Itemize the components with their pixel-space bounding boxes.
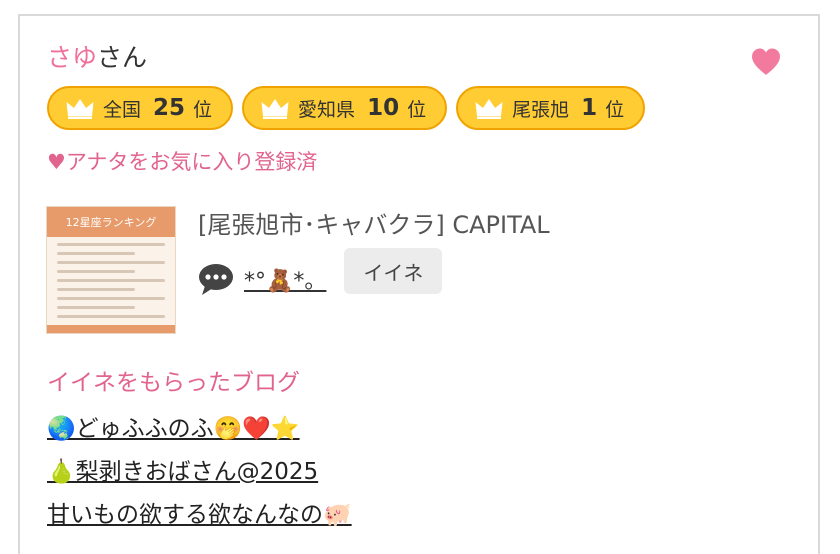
user-name-first[interactable]: さゆ [47,43,97,72]
thumbnail-line [57,279,165,282]
post-thumbnail[interactable]: 12星座ランキング [46,206,176,334]
blog-link[interactable]: 甘いもの欲する欲なんなの🐖 [47,500,352,530]
rank-region: 全国 [103,98,142,121]
rank-unit: 位 [407,98,427,121]
blog-link[interactable]: 🍐梨剥きおばさん@2025 [47,457,318,487]
liked-blogs-heading: イイネをもらったブログ [47,370,300,396]
rank-number: 25 [153,95,186,121]
heart-icon [752,48,780,75]
thumbnail-line [57,243,165,246]
user-name-suffix: さん [97,43,148,72]
thumbnail-line [57,288,135,291]
crown-icon [261,99,289,119]
speech-bubble-icon [199,264,233,295]
thumbnail-line [57,252,135,255]
thumbnail-line [57,306,135,309]
comment-row: *°🧸*。 イイネ [198,248,443,296]
post-title[interactable]: [尾張旭市･キャバクラ] CAPITAL [198,209,550,241]
thumbnail-header: 12星座ランキング [47,207,175,237]
thumbnail-line [57,261,165,264]
crown-icon [66,99,94,119]
rank-badge-national[interactable]: 全国 25 位 [47,86,234,130]
rank-badges: 全国 25 位 愛知県 10 位 尾張旭 1位 [47,86,646,130]
thumbnail-footer [47,325,175,333]
rank-unit: 位 [193,98,213,121]
rank-region: 尾張旭 [512,98,570,121]
favorite-heart-button[interactable] [750,46,782,78]
thumbnail-line [57,270,135,273]
rank-badge-prefecture[interactable]: 愛知県 10 位 [242,86,448,130]
blog-link[interactable]: 🌏どゅふふのふ🤭❤️⭐ [47,414,300,444]
thumbnail-line [57,297,165,300]
crown-icon [475,99,503,119]
user-name[interactable]: さゆさん [47,42,147,74]
rank-unit: 位 [605,98,625,121]
rank-number: 1 [581,95,598,121]
rank-number: 10 [367,95,400,121]
like-button[interactable]: イイネ [344,248,443,294]
favorite-status-text: ♥アナタをお気に入り登録済 [47,150,318,174]
thumbnail-line [57,315,165,318]
rank-badge-city[interactable]: 尾張旭 1位 [456,86,646,130]
commenter-name[interactable]: *°🧸*。 [244,263,326,295]
rank-region: 愛知県 [298,98,356,121]
user-card: さゆさん 全国 25 位 愛知県 10 位 尾張旭 1 位 ♥アナタをお気に入り… [18,14,820,554]
